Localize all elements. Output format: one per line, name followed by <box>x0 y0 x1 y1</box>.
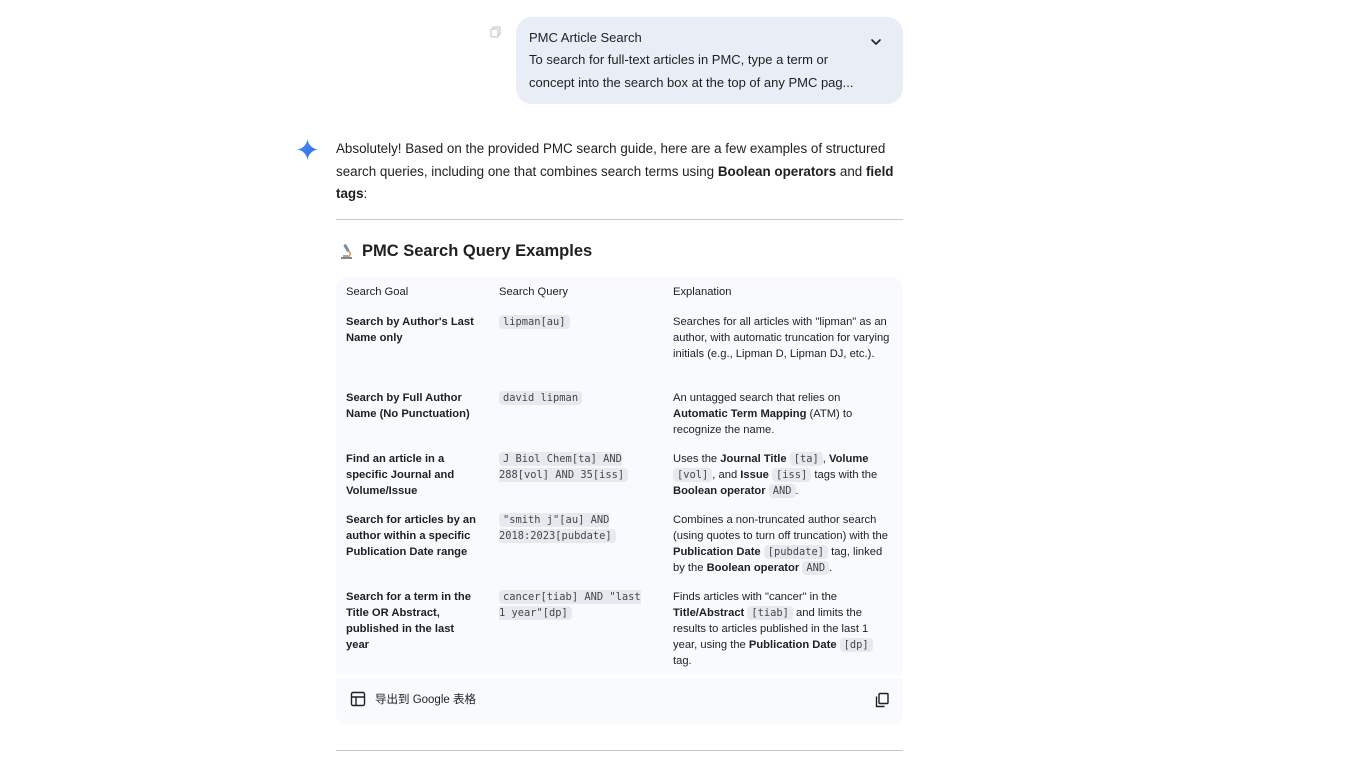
header-search-goal: Search Goal <box>346 286 409 298</box>
cell-explanation: Uses the Journal Title [ta], Volume [vol… <box>663 445 903 506</box>
header-explanation: Explanation <box>673 286 732 298</box>
section-title-text: PMC Search Query Examples <box>362 242 593 260</box>
section-title: PMC Search Query Examples <box>338 242 592 261</box>
table-row: Search for a term in the Title OR Abstra… <box>336 583 903 675</box>
cell-goal: Search for articles by an author within … <box>346 514 476 558</box>
header-search-query: Search Query <box>499 286 569 298</box>
cell-explanation: Finds articles with "cancer" in the Titl… <box>663 583 903 675</box>
cell-query: J Biol Chem[ta] AND 288[vol] AND 35[iss] <box>489 445 663 506</box>
export-label: 导出到 Google 表格 <box>375 694 476 706</box>
cell-goal: Find an article in a specific Journal an… <box>346 453 455 497</box>
intro-text-and: and <box>836 163 866 179</box>
explanation-text: , and <box>712 469 741 481</box>
inline-code: [iss] <box>772 468 812 482</box>
explanation-text: Uses the <box>673 453 721 465</box>
explanation-bold: Journal Title <box>720 453 787 465</box>
table-icon <box>350 691 366 707</box>
table-row: Search by Author's Last Name only lipman… <box>336 308 903 384</box>
cell-query: "smith j"[au] AND 2018:2023[pubdate] <box>489 506 663 583</box>
intro-bold-boolean: Boolean operators <box>717 163 837 179</box>
prompt-title: PMC Article Search <box>529 30 642 45</box>
query-code: lipman[au] <box>499 315 570 329</box>
explanation-text: Searches for all articles with "lipman" … <box>673 316 890 360</box>
explanation-bold: Boolean operator <box>706 562 800 574</box>
explanation-bold: Publication Date <box>673 546 761 558</box>
explanation-text: . <box>829 562 833 574</box>
inline-code: AND <box>768 484 796 498</box>
explanation-bold: Title/Abstract <box>673 607 745 619</box>
cell-goal: Search by Author's Last Name only <box>346 316 474 344</box>
explanation-bold: Volume <box>828 453 869 465</box>
gemini-spark-icon <box>297 139 318 160</box>
inline-code: [vol] <box>673 468 713 482</box>
cell-goal: Search by Full Author Name (No Punctuati… <box>346 392 470 420</box>
divider <box>336 219 903 220</box>
inline-code: AND <box>802 561 830 575</box>
response-intro: Absolutely! Based on the provided PMC se… <box>336 138 896 206</box>
prompt-body: To search for full-text articles in PMC,… <box>529 52 854 90</box>
cell-goal: Search for a term in the Title OR Abstra… <box>346 591 471 651</box>
explanation-text: Combines a non-truncated author search (… <box>673 514 888 542</box>
inline-code: [pubdate] <box>763 545 829 559</box>
divider <box>336 750 903 751</box>
table-row: Find an article in a specific Journal an… <box>336 445 903 506</box>
explanation-bold: Boolean operator <box>673 485 766 497</box>
query-code: "smith j"[au] AND 2018:2023[pubdate] <box>499 513 616 543</box>
table-header-row: Search Goal Search Query Explanation <box>336 277 903 308</box>
explanation-text: tag. <box>673 655 692 667</box>
inline-code: [tiab] <box>747 606 793 620</box>
copy-icon[interactable] <box>874 692 890 708</box>
cell-query: david lipman <box>489 384 663 445</box>
table-row: Search by Full Author Name (No Punctuati… <box>336 384 903 445</box>
query-table: Search Goal Search Query Explanation Sea… <box>336 277 903 725</box>
cell-query: lipman[au] <box>489 308 663 384</box>
cell-explanation: An untagged search that relies on Automa… <box>663 384 903 445</box>
explanation-bold: Publication Date <box>748 639 837 651</box>
user-prompt-card[interactable]: PMC Article Search To search for full-te… <box>516 17 903 104</box>
table-footer: 导出到 Google 表格 <box>336 675 903 725</box>
explanation-text: Finds articles with "cancer" in the <box>673 591 838 603</box>
inline-code: [ta] <box>789 452 823 466</box>
explanation-text: tags with the <box>811 469 878 481</box>
copy-prompt-icon[interactable] <box>490 26 502 38</box>
cell-explanation: Combines a non-truncated author search (… <box>663 506 903 583</box>
microscope-icon <box>341 244 352 259</box>
explanation-bold: Automatic Term Mapping <box>673 408 807 420</box>
explanation-bold: Issue <box>740 469 769 481</box>
intro-colon: : <box>363 186 368 201</box>
chevron-down-icon[interactable] <box>869 35 883 49</box>
table-row: Search for articles by an author within … <box>336 506 903 583</box>
cell-query: cancer[tiab] AND "last 1 year"[dp] <box>489 583 663 675</box>
export-to-sheets-button[interactable]: 导出到 Google 表格 <box>350 691 476 707</box>
query-code: cancer[tiab] AND "last 1 year"[dp] <box>499 590 641 620</box>
cell-explanation: Searches for all articles with "lipman" … <box>663 308 903 384</box>
explanation-text: An untagged search that relies on <box>673 392 841 404</box>
inline-code: [dp] <box>839 638 873 652</box>
query-code: J Biol Chem[ta] AND 288[vol] AND 35[iss] <box>499 452 629 482</box>
explanation-text: . <box>795 485 799 497</box>
query-code: david lipman <box>499 391 583 405</box>
